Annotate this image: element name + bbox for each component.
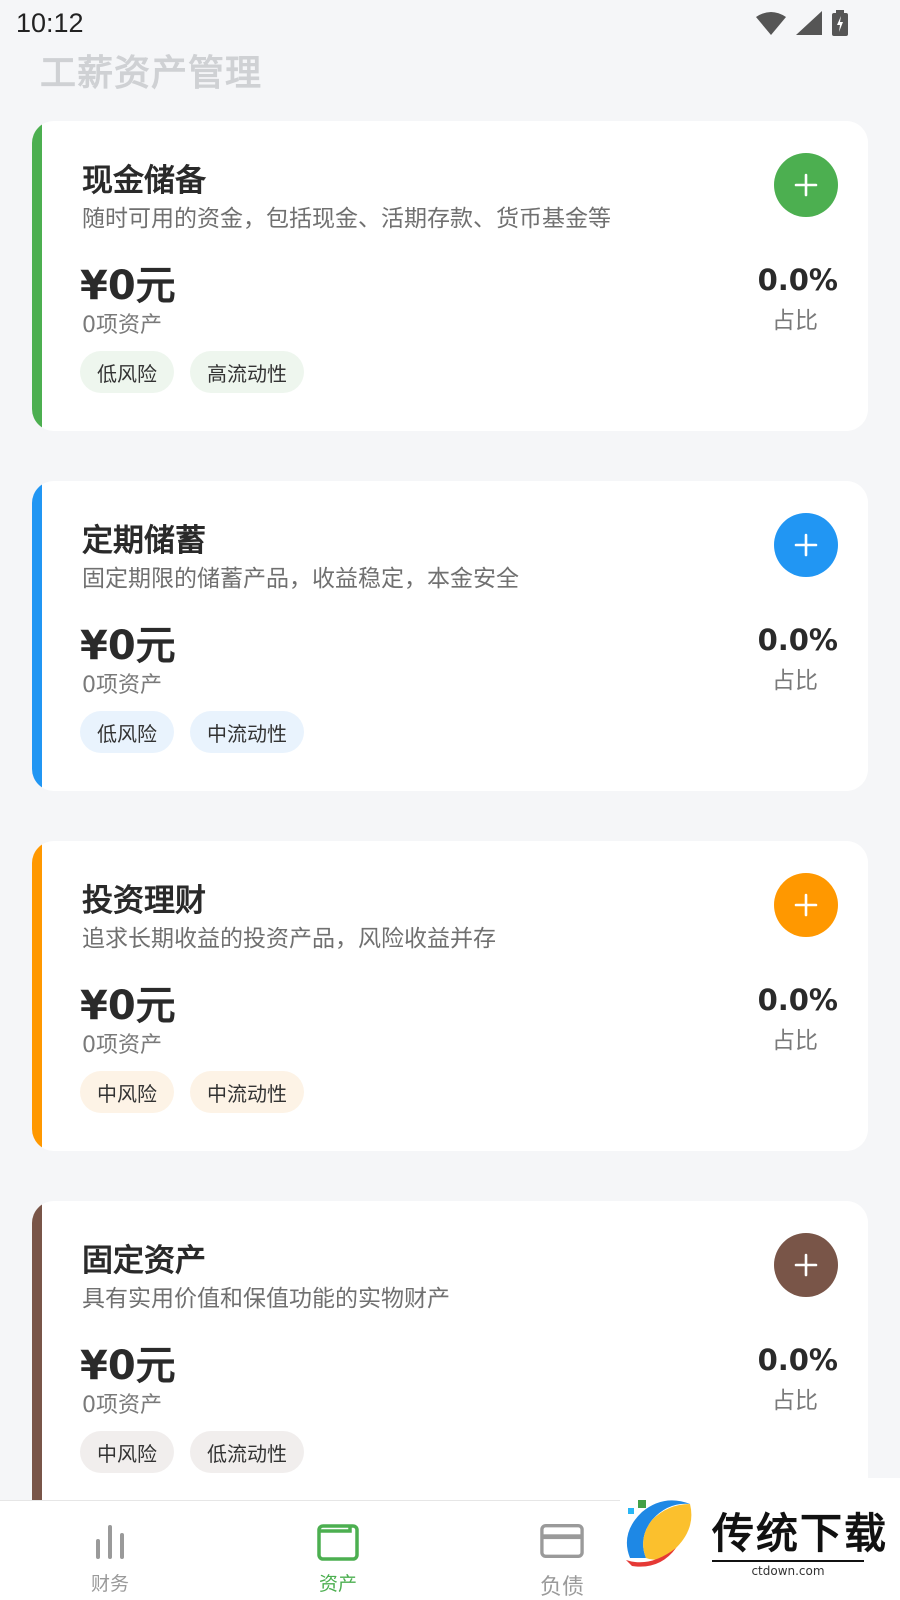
- asset-card-cash[interactable]: 现金储备 随时可用的资金，包括现金、活期存款、货币基金等 ¥0元 0项资产 0.…: [32, 121, 868, 431]
- status-icons: [756, 10, 848, 40]
- credit-card-icon: [540, 1519, 584, 1563]
- nav-label: 资产: [318, 1573, 357, 1595]
- card-percent: 0.0%: [757, 623, 838, 657]
- tag-list: 低风险 中流动性: [80, 711, 304, 753]
- card-title: 现金储备: [82, 163, 206, 199]
- watermark-logo-icon: [620, 1498, 696, 1572]
- card-amount: ¥0元: [80, 623, 176, 669]
- card-ratio-label: 占比: [772, 668, 818, 694]
- watermark-subtext: ctdown.com: [712, 1560, 864, 1578]
- card-title: 投资理财: [82, 883, 206, 919]
- add-asset-button[interactable]: [774, 153, 838, 217]
- page-title: 工薪资产管理: [40, 53, 263, 94]
- add-asset-button[interactable]: [774, 513, 838, 577]
- plus-icon: [794, 1253, 818, 1277]
- asset-card-fixed-deposit[interactable]: 定期储蓄 固定期限的储蓄产品，收益稳定，本金安全 ¥0元 0项资产 0.0% 占…: [32, 481, 868, 791]
- watermark-overlay: 传统下载 ctdown.com: [620, 1478, 900, 1600]
- tag-list: 中风险 中流动性: [80, 1071, 304, 1113]
- asset-card-investment[interactable]: 投资理财 追求长期收益的投资产品，风险收益并存 ¥0元 0项资产 0.0% 占比…: [32, 841, 868, 1151]
- card-asset-count: 0项资产: [82, 313, 162, 338]
- card-asset-count: 0项资产: [82, 673, 162, 698]
- risk-tag: 低风险: [80, 711, 174, 753]
- watermark-text: 传统下载: [712, 1509, 889, 1558]
- card-percent: 0.0%: [757, 1343, 838, 1377]
- add-asset-button[interactable]: [774, 1233, 838, 1297]
- card-amount: ¥0元: [80, 1343, 176, 1389]
- wallet-icon: [316, 1519, 360, 1563]
- plus-icon: [794, 173, 818, 197]
- card-amount: ¥0元: [80, 263, 176, 309]
- liquidity-tag: 中流动性: [190, 1071, 304, 1113]
- card-asset-count: 0项资产: [82, 1393, 162, 1418]
- risk-tag: 中风险: [80, 1071, 174, 1113]
- risk-tag: 低风险: [80, 351, 174, 393]
- card-description: 固定期限的储蓄产品，收益稳定，本金安全: [82, 566, 519, 592]
- status-bar: 10:12: [0, 0, 900, 48]
- nav-label: 财务: [90, 1573, 129, 1595]
- card-ratio-label: 占比: [772, 1028, 818, 1054]
- card-percent: 0.0%: [757, 263, 838, 297]
- status-time: 10:12: [16, 8, 84, 38]
- card-title: 定期储蓄: [82, 523, 206, 559]
- nav-tab-finance[interactable]: 财务: [20, 1501, 200, 1600]
- card-amount: ¥0元: [80, 983, 176, 1029]
- liquidity-tag: 中流动性: [190, 711, 304, 753]
- wifi-icon: [756, 11, 786, 39]
- card-accent-bar: [32, 841, 42, 1151]
- card-ratio-label: 占比: [772, 1388, 818, 1414]
- plus-icon: [794, 893, 818, 917]
- card-accent-bar: [32, 481, 42, 791]
- battery-icon: [832, 10, 848, 40]
- add-asset-button[interactable]: [774, 873, 838, 937]
- card-percent: 0.0%: [757, 983, 838, 1017]
- tag-list: 中风险 低流动性: [80, 1431, 304, 1473]
- liquidity-tag: 低流动性: [190, 1431, 304, 1473]
- risk-tag: 中风险: [80, 1431, 174, 1473]
- signal-icon: [796, 11, 822, 39]
- bar-chart-icon: [88, 1519, 132, 1563]
- plus-icon: [794, 533, 818, 557]
- nav-tab-assets[interactable]: 资产: [248, 1501, 428, 1600]
- card-title: 固定资产: [82, 1243, 206, 1279]
- card-accent-bar: [32, 1201, 42, 1500]
- nav-label: 负债: [539, 1575, 584, 1600]
- card-description: 具有实用价值和保值功能的实物财产: [82, 1286, 450, 1312]
- card-description: 随时可用的资金，包括现金、活期存款、货币基金等: [82, 206, 611, 232]
- card-description: 追求长期收益的投资产品，风险收益并存: [82, 926, 496, 952]
- card-ratio-label: 占比: [772, 308, 818, 334]
- asset-card-fixed-assets[interactable]: 固定资产 具有实用价值和保值功能的实物财产 ¥0元 0项资产 0.0% 占比 中…: [32, 1201, 868, 1500]
- card-asset-count: 0项资产: [82, 1033, 162, 1058]
- tag-list: 低风险 高流动性: [80, 351, 304, 393]
- liquidity-tag: 高流动性: [190, 351, 304, 393]
- card-accent-bar: [32, 121, 42, 431]
